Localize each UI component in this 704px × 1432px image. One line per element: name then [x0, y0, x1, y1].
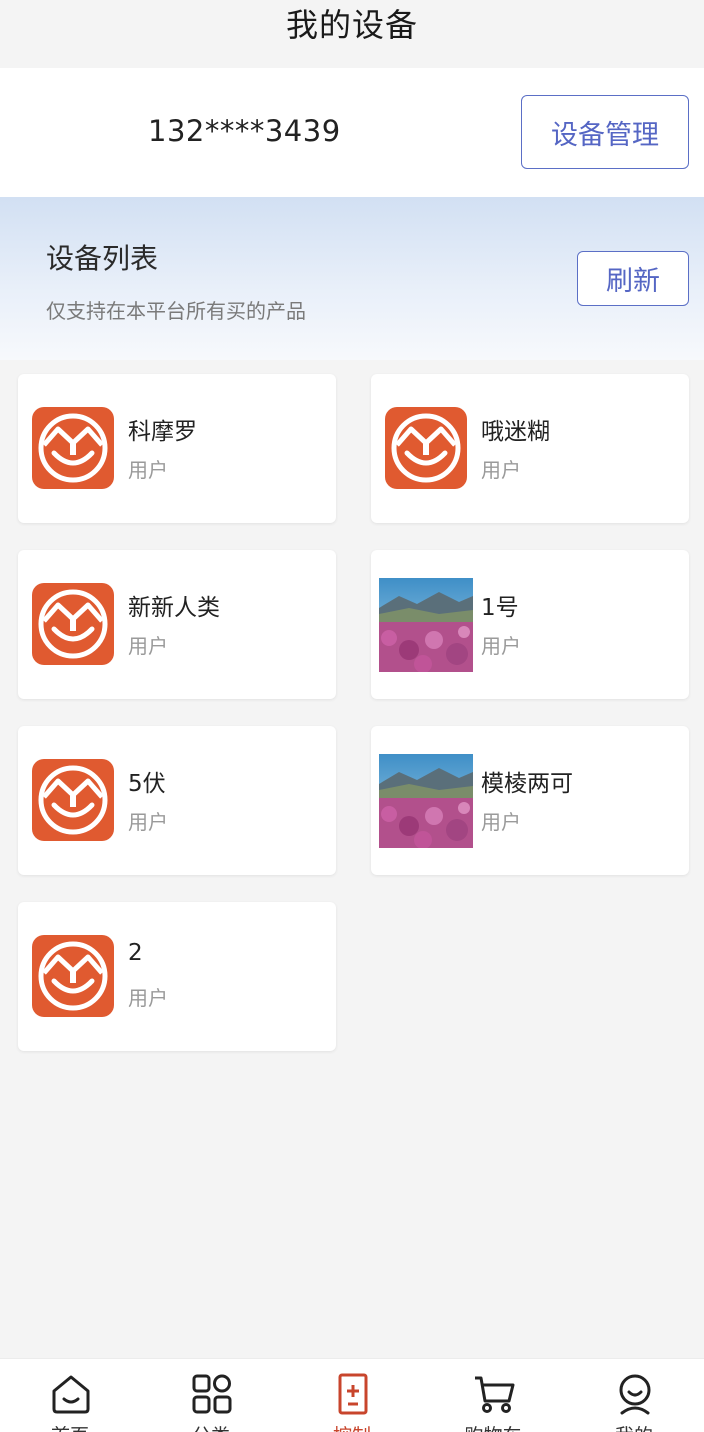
bottom-tab-bar: 首页 分类 控制 购物车 我的: [0, 1358, 704, 1432]
tab-label: 首页: [0, 1421, 140, 1432]
tab-profile[interactable]: 我的: [564, 1359, 704, 1432]
brand-logo-icon: [32, 583, 114, 665]
landscape-photo-icon: [379, 578, 473, 672]
tab-label: 我的: [564, 1421, 704, 1432]
device-name: 新新人类: [128, 595, 220, 621]
device-list-header: 设备列表 仅支持在本平台所有买的产品 刷新: [0, 197, 704, 360]
device-role: 用户: [481, 458, 521, 482]
category-icon: [191, 1373, 233, 1415]
device-name: 模棱两可: [481, 771, 573, 797]
device-list-title: 设备列表: [46, 242, 159, 275]
device-list-subtitle: 仅支持在本平台所有买的产品: [46, 299, 306, 323]
device-role: 用户: [481, 810, 521, 834]
device-card[interactable]: 模棱两可 用户: [371, 726, 689, 875]
device-card[interactable]: 5伏 用户: [18, 726, 336, 875]
device-card[interactable]: 2 用户: [18, 902, 336, 1051]
brand-logo-icon: [32, 407, 114, 489]
control-icon: [332, 1373, 374, 1415]
device-role: 用户: [128, 634, 168, 658]
tab-label: 购物车: [423, 1421, 563, 1432]
account-phone: 132****3439: [148, 114, 341, 148]
device-name: 哦迷糊: [481, 419, 550, 445]
device-name: 科摩罗: [128, 419, 197, 445]
tab-label: 分类: [141, 1421, 281, 1432]
device-role: 用户: [128, 810, 168, 834]
device-role: 用户: [128, 986, 168, 1010]
brand-logo-icon: [32, 935, 114, 1017]
page-title: 我的设备: [285, 6, 418, 44]
top-bar: 我的设备: [0, 0, 704, 68]
device-name: 2: [128, 940, 143, 966]
brand-logo-icon: [32, 759, 114, 841]
device-card[interactable]: 新新人类 用户: [18, 550, 336, 699]
tab-home[interactable]: 首页: [0, 1359, 140, 1432]
device-card[interactable]: 哦迷糊 用户: [371, 374, 689, 523]
device-manage-button[interactable]: 设备管理: [521, 95, 689, 169]
device-name: 1号: [481, 595, 519, 621]
profile-icon: [614, 1373, 656, 1415]
tab-category[interactable]: 分类: [141, 1359, 281, 1432]
landscape-photo-icon: [379, 754, 473, 848]
cart-icon: [473, 1373, 515, 1415]
account-section: 132****3439 设备管理: [0, 68, 704, 197]
device-card[interactable]: 科摩罗 用户: [18, 374, 336, 523]
refresh-button[interactable]: 刷新: [577, 251, 689, 306]
tab-control[interactable]: 控制: [282, 1359, 422, 1432]
device-name: 5伏: [128, 771, 166, 797]
device-role: 用户: [481, 634, 521, 658]
home-icon: [50, 1373, 92, 1415]
tab-cart[interactable]: 购物车: [423, 1359, 563, 1432]
device-role: 用户: [128, 458, 168, 482]
tab-label: 控制: [282, 1421, 422, 1432]
brand-logo-icon: [385, 407, 467, 489]
device-card[interactable]: 1号 用户: [371, 550, 689, 699]
